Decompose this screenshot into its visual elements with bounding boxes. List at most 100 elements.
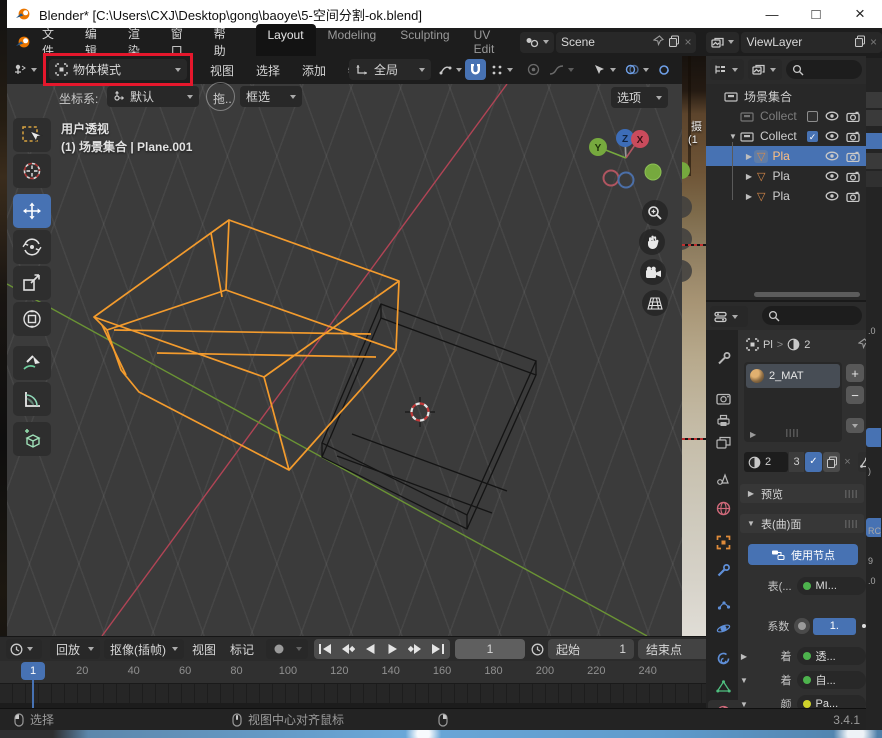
scale-tool[interactable] [13, 266, 51, 300]
expander-icon[interactable]: ▶ [744, 192, 754, 201]
outliner-item-label[interactable]: Pla [772, 189, 789, 203]
properties-tab-physics[interactable] [708, 616, 738, 640]
editor-type-button[interactable] [13, 59, 37, 80]
fake-user-shield-toggle[interactable]: ✓ [805, 452, 822, 472]
socket-dot-icon[interactable] [794, 618, 809, 634]
pin-icon[interactable] [653, 35, 664, 49]
breadcrumb-object[interactable]: Pl [763, 339, 773, 351]
properties-tab-modifiers[interactable] [708, 558, 738, 582]
viewlayer-selector[interactable]: ViewLayer × [741, 32, 882, 53]
properties-tab-object-data[interactable] [708, 674, 738, 698]
outliner-row[interactable]: 场景集合 [706, 86, 866, 106]
add-slot-button[interactable]: + [846, 364, 864, 382]
transform-tool[interactable] [13, 302, 51, 336]
play-button[interactable] [382, 639, 405, 659]
unlink-scene-button[interactable]: × [684, 35, 691, 49]
pan-hand-button[interactable] [639, 229, 665, 255]
properties-tab-scene[interactable] [708, 466, 738, 490]
jump-to-end-button[interactable] [427, 639, 450, 659]
outliner-scrollbar[interactable] [754, 292, 860, 297]
select-box-tool[interactable] [13, 118, 51, 152]
hide-eye-icon[interactable] [825, 151, 839, 161]
viewport-menu-item[interactable]: 视图 [199, 59, 245, 82]
outliner-row[interactable]: Collect [706, 106, 866, 126]
minimize-button[interactable]: — [750, 0, 794, 28]
material-slot[interactable]: 2_MAT [746, 364, 840, 388]
properties-editor-button[interactable] [710, 306, 748, 327]
snap-pair-button[interactable] [439, 59, 462, 80]
expander-icon[interactable]: ▶ [744, 172, 754, 181]
mode-dropdown[interactable]: 物体模式 [49, 59, 187, 80]
outliner-item-label[interactable]: Collect [760, 109, 797, 123]
render-visibility-icon[interactable] [846, 191, 860, 202]
current-frame-field[interactable]: 1 [455, 639, 525, 659]
xray-toggle[interactable] [659, 59, 672, 80]
use-nodes-button[interactable]: 使用节点 [748, 544, 858, 565]
outliner-search-input[interactable] [786, 60, 862, 79]
new-viewlayer-button[interactable] [854, 35, 866, 50]
overlays-dropdown[interactable] [625, 59, 649, 80]
shader-menu[interactable]: 透... [797, 647, 866, 665]
show-gizmo-dropdown[interactable] [593, 59, 616, 80]
workspace-tab[interactable]: Modeling [316, 24, 389, 60]
hide-eye-icon[interactable] [825, 111, 839, 121]
expander-icon[interactable]: ▶ [744, 152, 754, 161]
menu-item[interactable]: 窗口 [160, 25, 203, 59]
slot-grip[interactable] [786, 429, 800, 437]
playhead[interactable]: 1 [21, 662, 45, 680]
shader-menu[interactable]: 自... [797, 671, 866, 689]
view-menu[interactable]: 视图 [192, 639, 216, 659]
camera-view-button[interactable] [640, 259, 666, 285]
orientation-dropdown[interactable]: 全局 [349, 59, 431, 80]
factor-slider[interactable]: 1. [813, 618, 857, 635]
breadcrumb-material[interactable]: 2 [804, 339, 810, 351]
add-cube-tool[interactable] [13, 422, 51, 456]
render-visibility-icon[interactable] [846, 151, 860, 162]
markers-menu[interactable]: 标记 [230, 639, 254, 659]
field-expander-icon[interactable]: ▶ [738, 652, 750, 661]
jump-to-start-button[interactable] [314, 639, 337, 659]
properties-tab-particles[interactable] [708, 592, 738, 616]
menu-item[interactable]: 文件 [31, 25, 74, 59]
close-button[interactable]: × [838, 0, 882, 28]
hide-eye-icon[interactable] [825, 131, 839, 141]
remove-slot-button[interactable]: − [846, 386, 864, 404]
exclude-checkbox[interactable] [807, 111, 818, 122]
viewport-menu-item[interactable]: 添加 [291, 59, 337, 82]
properties-tab-constraints[interactable] [708, 646, 738, 670]
blender-menu-icon[interactable] [15, 35, 31, 49]
snap-toggle[interactable] [465, 59, 486, 80]
workspace-tab[interactable]: Layout [256, 24, 316, 60]
zoom-button[interactable] [642, 200, 668, 226]
timeline-editor-button[interactable] [6, 639, 42, 659]
properties-tab-world[interactable] [708, 496, 738, 520]
exclude-checkbox[interactable]: ✓ [807, 131, 818, 142]
properties-tab-render[interactable] [708, 386, 738, 410]
surface-panel-header[interactable]: ▼表(曲)面 [740, 514, 864, 533]
scene-selector[interactable]: Scene × [556, 32, 697, 53]
proportional-edit-toggle[interactable] [527, 59, 540, 80]
timeline-tracks[interactable] [0, 683, 706, 709]
field-expander-icon[interactable]: ▼ [738, 676, 750, 685]
frame-end-field[interactable]: 结束点 [638, 639, 706, 659]
cursor-tool[interactable] [13, 154, 51, 188]
properties-search-input[interactable] [762, 306, 862, 325]
prev-keyframe-button[interactable] [337, 639, 360, 659]
unlink-material-button[interactable]: × [841, 452, 854, 472]
properties-tab-output[interactable] [708, 408, 738, 432]
play-reverse-button[interactable] [359, 639, 382, 659]
render-visibility-icon[interactable] [846, 111, 860, 122]
rotate-tool[interactable] [13, 230, 51, 264]
viewlayer-browse-button[interactable] [706, 32, 739, 53]
falloff-dropdown[interactable] [549, 59, 574, 80]
auto-key-record-button[interactable] [266, 639, 308, 659]
workspace-tab[interactable]: UV Edit [462, 24, 508, 60]
outliner-row[interactable]: ▶▽Pla [706, 186, 866, 206]
remove-viewlayer-button[interactable]: × [870, 35, 877, 49]
new-material-button[interactable] [823, 452, 840, 472]
snap-to-dropdown[interactable] [491, 59, 513, 80]
keying-menu[interactable]: 抠像(插帧) [104, 639, 184, 659]
material-datablock[interactable]: 2 [744, 452, 788, 472]
outliner-item-label[interactable]: Collect [760, 129, 797, 143]
ortho-grid-button[interactable] [642, 290, 668, 316]
